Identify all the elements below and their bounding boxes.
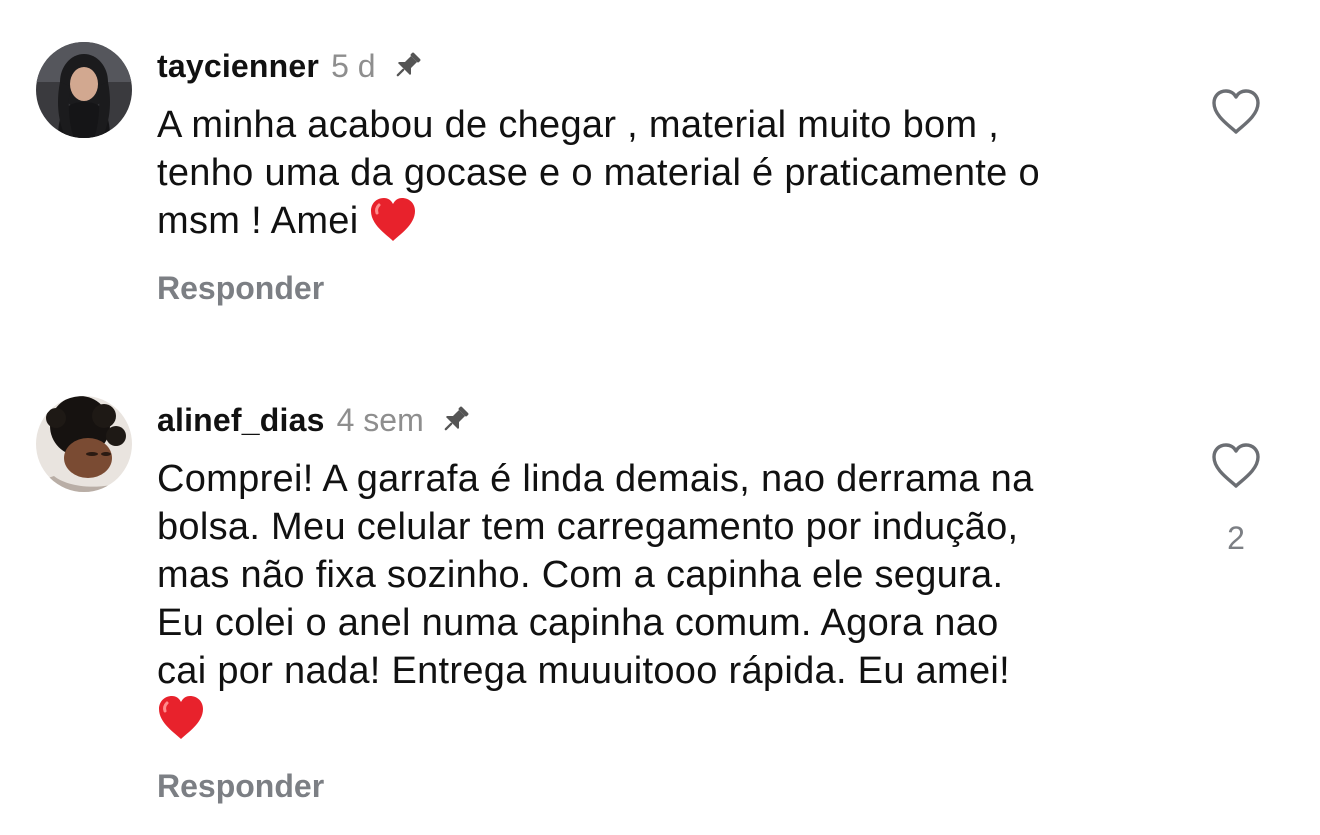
comment-text-line: Eu colei o anel numa capinha comum. Agor… — [157, 602, 999, 644]
red-heart-emoji-icon — [369, 197, 417, 243]
comment-header: alinef_dias 4 sem — [157, 400, 472, 440]
comment-text-line: Comprei! A garrafa é linda demais, nao d… — [157, 458, 1034, 500]
pin-icon — [390, 49, 424, 83]
comment-text-line-content: msm ! Amei — [157, 200, 359, 242]
comment-text-line: bolsa. Meu celular tem carregamento por … — [157, 506, 1019, 548]
comment-text: A minha acabou de chegar , material muit… — [157, 101, 1040, 245]
heart-outline-icon[interactable] — [1210, 442, 1262, 490]
avatar[interactable] — [36, 396, 132, 492]
comment-text-line: msm ! Amei — [157, 197, 1040, 245]
heart-outline-icon[interactable] — [1210, 88, 1262, 136]
avatar[interactable] — [36, 42, 132, 138]
comment-text: Comprei! A garrafa é linda demais, nao d… — [157, 455, 1034, 743]
pin-icon — [438, 403, 472, 437]
avatar-photo — [36, 42, 132, 138]
avatar-photo — [36, 396, 132, 492]
comment-text-line: mas não fixa sozinho. Com a capinha ele … — [157, 554, 1004, 596]
comment-text-line: cai por nada! Entrega muuuitooo rápida. … — [157, 650, 1011, 692]
comment-text-line: tenho uma da gocase e o material é prati… — [157, 152, 1040, 194]
comment-text-line — [157, 695, 1034, 743]
reply-button[interactable]: Responder — [157, 768, 324, 805]
username[interactable]: taycienner — [157, 48, 319, 85]
like-count: 2 — [1227, 520, 1245, 556]
timestamp: 5 d — [331, 47, 376, 84]
comment-header: taycienner 5 d — [157, 46, 424, 86]
reply-button[interactable]: Responder — [157, 270, 324, 307]
red-heart-emoji-icon — [157, 695, 205, 741]
username[interactable]: alinef_dias — [157, 402, 325, 439]
comment-text-line: A minha acabou de chegar , material muit… — [157, 104, 1000, 146]
timestamp: 4 sem — [336, 401, 424, 438]
